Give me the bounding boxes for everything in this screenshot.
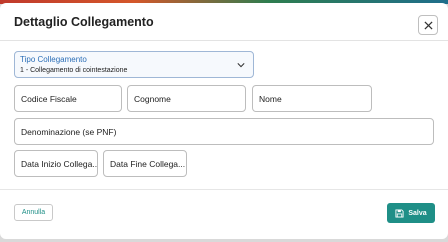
chevron-down-icon: [237, 63, 245, 68]
dialog-footer: [0, 189, 448, 236]
cognome-field[interactable]: Cognome: [127, 85, 246, 112]
denominazione-field[interactable]: Denominazione (se PNF): [14, 118, 434, 145]
denominazione-label: Denominazione (se PNF): [21, 127, 117, 137]
cancel-button-label: Annulla: [21, 209, 46, 216]
tipo-collegamento-value: 1 - Collegamento di cointestazione: [20, 67, 128, 74]
codice-fiscale-field[interactable]: Codice Fiscale: [14, 85, 122, 112]
close-icon: [423, 20, 433, 30]
nome-label: Nome: [259, 94, 282, 104]
tipo-collegamento-select[interactable]: Tipo Collegamento 1 - Collegamento di co…: [14, 51, 254, 78]
data-fine-field[interactable]: Data Fine Collega...: [103, 150, 187, 177]
close-button[interactable]: [418, 15, 438, 35]
cancel-button[interactable]: Annulla: [14, 204, 53, 221]
save-button-label: Salva: [408, 209, 427, 217]
cognome-label: Cognome: [134, 94, 171, 104]
tipo-collegamento-label: Tipo Collegamento: [20, 55, 87, 64]
dialog-header: Dettaglio Collegamento: [0, 3, 448, 41]
dialog-title: Dettaglio Collegamento: [14, 15, 154, 29]
floppy-disk-icon: [395, 208, 404, 218]
data-fine-label: Data Fine Collega...: [110, 159, 186, 169]
save-button[interactable]: Salva: [387, 203, 435, 223]
data-inizio-label: Data Inizio Collega...: [21, 159, 97, 169]
codice-fiscale-label: Codice Fiscale: [21, 94, 77, 104]
nome-field[interactable]: Nome: [252, 85, 372, 112]
data-inizio-field[interactable]: Data Inizio Collega...: [14, 150, 98, 177]
